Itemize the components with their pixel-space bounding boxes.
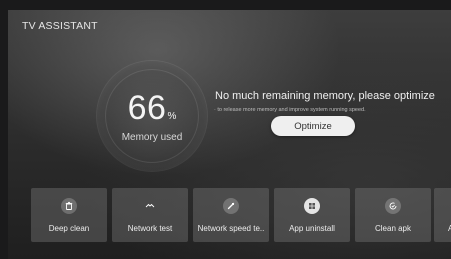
tool-label: Network test: [127, 224, 173, 233]
tool-label: App uninstall: [289, 224, 335, 233]
tool-tile-deep-clean[interactable]: Deep clean: [31, 188, 107, 242]
tool-label: Deep clean: [48, 224, 90, 233]
tool-tile-partial[interactable]: A: [434, 188, 451, 242]
apps-grid-icon: [304, 198, 320, 214]
tool-tile-network-test[interactable]: Network test: [112, 188, 188, 242]
memory-usage-ring: 66% Memory used: [97, 61, 207, 171]
memory-percent-value: 66: [127, 89, 167, 127]
tool-tile-network-speed-test[interactable]: Network speed te..: [193, 188, 269, 242]
tool-label: Network speed te..: [197, 224, 265, 233]
rocket-icon: [223, 198, 239, 214]
tv-assistant-screen: TV ASSISTANT 66% Memory used No much rem…: [8, 10, 451, 259]
trash-icon: [61, 198, 77, 214]
memory-percent-unit: %: [167, 111, 177, 122]
app-title: TV ASSISTANT: [22, 20, 98, 32]
memory-used-label: Memory used: [121, 132, 183, 143]
tool-tile-clean-apk[interactable]: Clean apk: [355, 188, 431, 242]
optimize-description: · to release more memory and improve sys…: [214, 107, 366, 113]
network-wave-icon: [142, 198, 158, 214]
refresh-check-icon: [385, 198, 401, 214]
tools-row: Deep clean Network test Network speed te…: [8, 188, 451, 242]
optimize-headline: No much remaining memory, please optimiz…: [215, 90, 435, 102]
memory-percent-row: 66%: [97, 89, 207, 128]
tool-label: Clean apk: [374, 224, 412, 233]
tool-tile-app-uninstall[interactable]: App uninstall: [274, 188, 350, 242]
optimize-button[interactable]: Optimize: [271, 116, 355, 136]
